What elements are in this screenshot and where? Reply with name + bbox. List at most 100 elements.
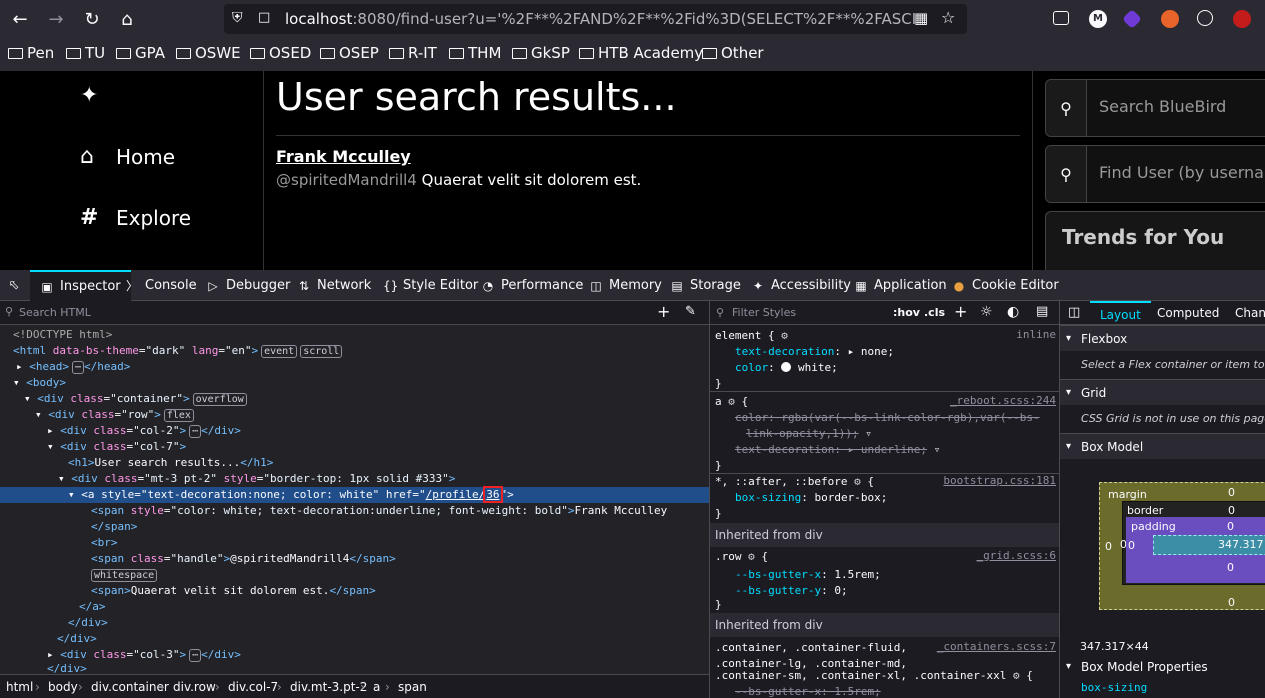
search-html-input[interactable]: Search HTML — [19, 306, 91, 319]
breadcrumb-item[interactable]: a — [373, 680, 380, 694]
user-handle[interactable]: @spiritedMandrill4 — [276, 171, 417, 189]
box-model-content[interactable]: 347.317×4 — [1153, 535, 1265, 555]
box-model-section-header[interactable]: ▾ Box Model — [1060, 433, 1265, 459]
back-icon[interactable]: ← — [8, 8, 32, 32]
tab-storage[interactable]: ▤ Storage — [670, 270, 741, 301]
box-model-value[interactable]: 0 — [1228, 596, 1235, 609]
forward-icon[interactable]: → — [44, 8, 68, 32]
url-bar[interactable]: ⛨ □ localhost:8080/find-user?u='%2F**%2F… — [224, 4, 967, 34]
bookmark-folder[interactable]: THM — [449, 44, 501, 62]
pick-element-icon[interactable]: ⬁ — [4, 270, 24, 301]
eyedropper-icon[interactable]: ✎ — [685, 304, 696, 319]
breadcrumb-item[interactable]: html — [6, 680, 33, 694]
breadcrumb-item[interactable]: span — [398, 680, 427, 694]
bookmark-folder[interactable]: GPA — [116, 44, 165, 62]
print-icon[interactable]: ▤ — [1036, 304, 1048, 319]
markup-line-selected[interactable]: ▾ <a style="text-decoration:none; color:… — [0, 486, 709, 503]
light-mode-icon[interactable]: ☼ — [980, 304, 993, 320]
breadcrumb-item[interactable]: div.col-7 — [228, 680, 278, 694]
box-model-value[interactable]: 0 — [1228, 486, 1235, 499]
add-node-icon[interactable]: + — [657, 302, 670, 321]
rule-declaration[interactable]: text-decoration: ▸ none; — [735, 344, 894, 360]
box-model-value[interactable]: 0 — [1227, 561, 1234, 574]
bookmark-star-icon[interactable]: ☆ — [941, 8, 955, 27]
tab-changes[interactable]: Chang — [1235, 301, 1265, 325]
rule-element[interactable]: element { ⚙ — [715, 328, 788, 344]
rule-declaration[interactable]: color: white; — [735, 360, 838, 376]
box-model-margin[interactable]: margin 0 0 0 border 0 0 0 padding 0 0 0 … — [1099, 482, 1265, 610]
rule-declaration[interactable]: --bs-gutter-x: 1.5rem; — [735, 684, 881, 698]
markup-line[interactable]: <!DOCTYPE html> — [0, 327, 709, 343]
bookmark-folder[interactable]: OSEP — [320, 44, 379, 62]
sidebar-toggle-icon[interactable]: ◫ — [1068, 305, 1080, 320]
find-user-input[interactable]: Find User (by username — [1099, 163, 1265, 182]
pocket-icon[interactable] — [1053, 11, 1069, 25]
markup-line[interactable]: <html data-bs-theme="dark" lang="en"> eve… — [0, 343, 709, 359]
fox-extension-icon[interactable] — [1161, 10, 1179, 28]
tab-console[interactable]: 〉 Console — [125, 270, 197, 301]
url-text[interactable]: localhost:8080/find-user?u='%2F**%2FAND%… — [285, 10, 915, 28]
rule-source[interactable]: bootstrap.css:181 — [943, 474, 1056, 487]
breadcrumb-item[interactable]: div.container — [91, 680, 169, 694]
rule-container[interactable]: .container, .container-fluid, — [715, 640, 907, 656]
tab-network[interactable]: ⇅ Network — [297, 270, 371, 301]
markup-line[interactable]: <h1>User search results...</h1> — [0, 455, 709, 471]
bookmark-folder[interactable]: Pen — [8, 44, 54, 62]
tab-inspector[interactable]: ▣ Inspector — [30, 270, 131, 301]
markup-line[interactable]: ▾ <div class="mt-3 pt-2" style="border-t… — [0, 471, 709, 487]
bookmark-folder[interactable]: OSWE — [176, 44, 241, 62]
bookmark-folder[interactable]: GkSP — [512, 44, 570, 62]
tab-computed[interactable]: Computed — [1157, 301, 1219, 325]
profile-avatar[interactable]: M — [1089, 10, 1107, 28]
rule-source[interactable]: _reboot.scss:244 — [950, 394, 1056, 407]
rule-declaration[interactable]: link-opacity,1)); ▿ — [746, 426, 872, 442]
tab-style-editor[interactable]: {} Style Editor — [383, 270, 478, 301]
search-input[interactable]: Search BlueBird — [1099, 97, 1226, 116]
add-rule-icon[interactable]: + — [954, 302, 967, 321]
markup-line[interactable]: </div> — [0, 615, 709, 631]
ublock-extension-icon[interactable] — [1233, 10, 1251, 28]
box-model-value[interactable]: 0 — [1228, 504, 1235, 517]
markup-line[interactable]: ▾ <div class="col-7"> — [0, 439, 709, 455]
nav-home[interactable]: ⌂ Home — [80, 144, 175, 169]
markup-line[interactable]: ▾ <div class="row"> flex — [0, 407, 709, 423]
cookie-extension-icon[interactable] — [1197, 10, 1213, 26]
cls-toggle[interactable]: .cls — [924, 306, 945, 319]
rule-source[interactable]: _containers.scss:7 — [937, 640, 1056, 653]
rule-declaration[interactable]: text-decoration: ▸ underline; ▿ — [735, 442, 940, 458]
markup-line[interactable]: ▾ <div class="container"> overflow — [0, 391, 709, 407]
dark-mode-icon[interactable]: ◐ — [1007, 304, 1019, 320]
breadcrumb-item[interactable]: body — [48, 680, 78, 694]
breadcrumb-item[interactable]: div.mt-3.pt-2 — [290, 680, 367, 694]
tab-layout[interactable]: Layout — [1090, 301, 1151, 325]
markup-line[interactable]: </span> — [0, 519, 709, 535]
markup-line[interactable]: </div> — [0, 631, 709, 647]
markup-line[interactable]: ▾ <body> — [0, 375, 709, 391]
bookmark-folder[interactable]: Other — [702, 44, 764, 62]
home-icon[interactable]: ⌂ — [115, 8, 139, 32]
box-model-properties-header[interactable]: ▾ Box Model Properties — [1060, 654, 1265, 680]
hov-toggle[interactable]: :hov — [893, 306, 920, 319]
shield-icon[interactable]: ⛨ — [232, 10, 243, 26]
bookmark-folder[interactable]: R-IT — [389, 44, 437, 62]
box-model-content-size[interactable]: 347.317×4 — [1218, 538, 1265, 551]
bookmark-folder[interactable]: OSED — [250, 44, 311, 62]
rule-declaration[interactable]: box-sizing: border-box; — [735, 490, 887, 506]
rule-source[interactable]: _grid.scss:6 — [977, 549, 1056, 562]
rule-declaration[interactable]: --bs-gutter-x: 1.5rem; — [735, 567, 881, 583]
markup-line[interactable]: <span class="handle">@spiritedMandrill4<… — [0, 551, 709, 567]
qr-code-icon[interactable]: ▦ — [914, 9, 928, 27]
flexbox-section-header[interactable]: ▾ Flexbox — [1060, 325, 1265, 351]
tab-debugger[interactable]: ▷ Debugger — [206, 270, 290, 301]
box-model-value[interactable]: 0 — [1227, 520, 1234, 533]
nav-explore[interactable]: # Explore — [80, 205, 191, 230]
tab-accessibility[interactable]: ✦ Accessibility — [751, 270, 851, 301]
rule-declaration[interactable]: color: rgba(var(--bs-link-color-rgb),var… — [735, 410, 1040, 426]
bird-logo-icon[interactable]: ✦ — [80, 83, 98, 108]
markup-line[interactable]: whitespace — [0, 567, 709, 583]
markup-line[interactable]: </div> — [0, 661, 709, 673]
rule-row[interactable]: .row ⚙ { — [715, 549, 768, 565]
markup-line[interactable]: </a> — [0, 599, 709, 615]
markup-line[interactable]: <span>Quaerat velit sit dolorem est.</sp… — [0, 583, 709, 599]
rule-a[interactable]: a ⚙ { — [715, 394, 748, 410]
